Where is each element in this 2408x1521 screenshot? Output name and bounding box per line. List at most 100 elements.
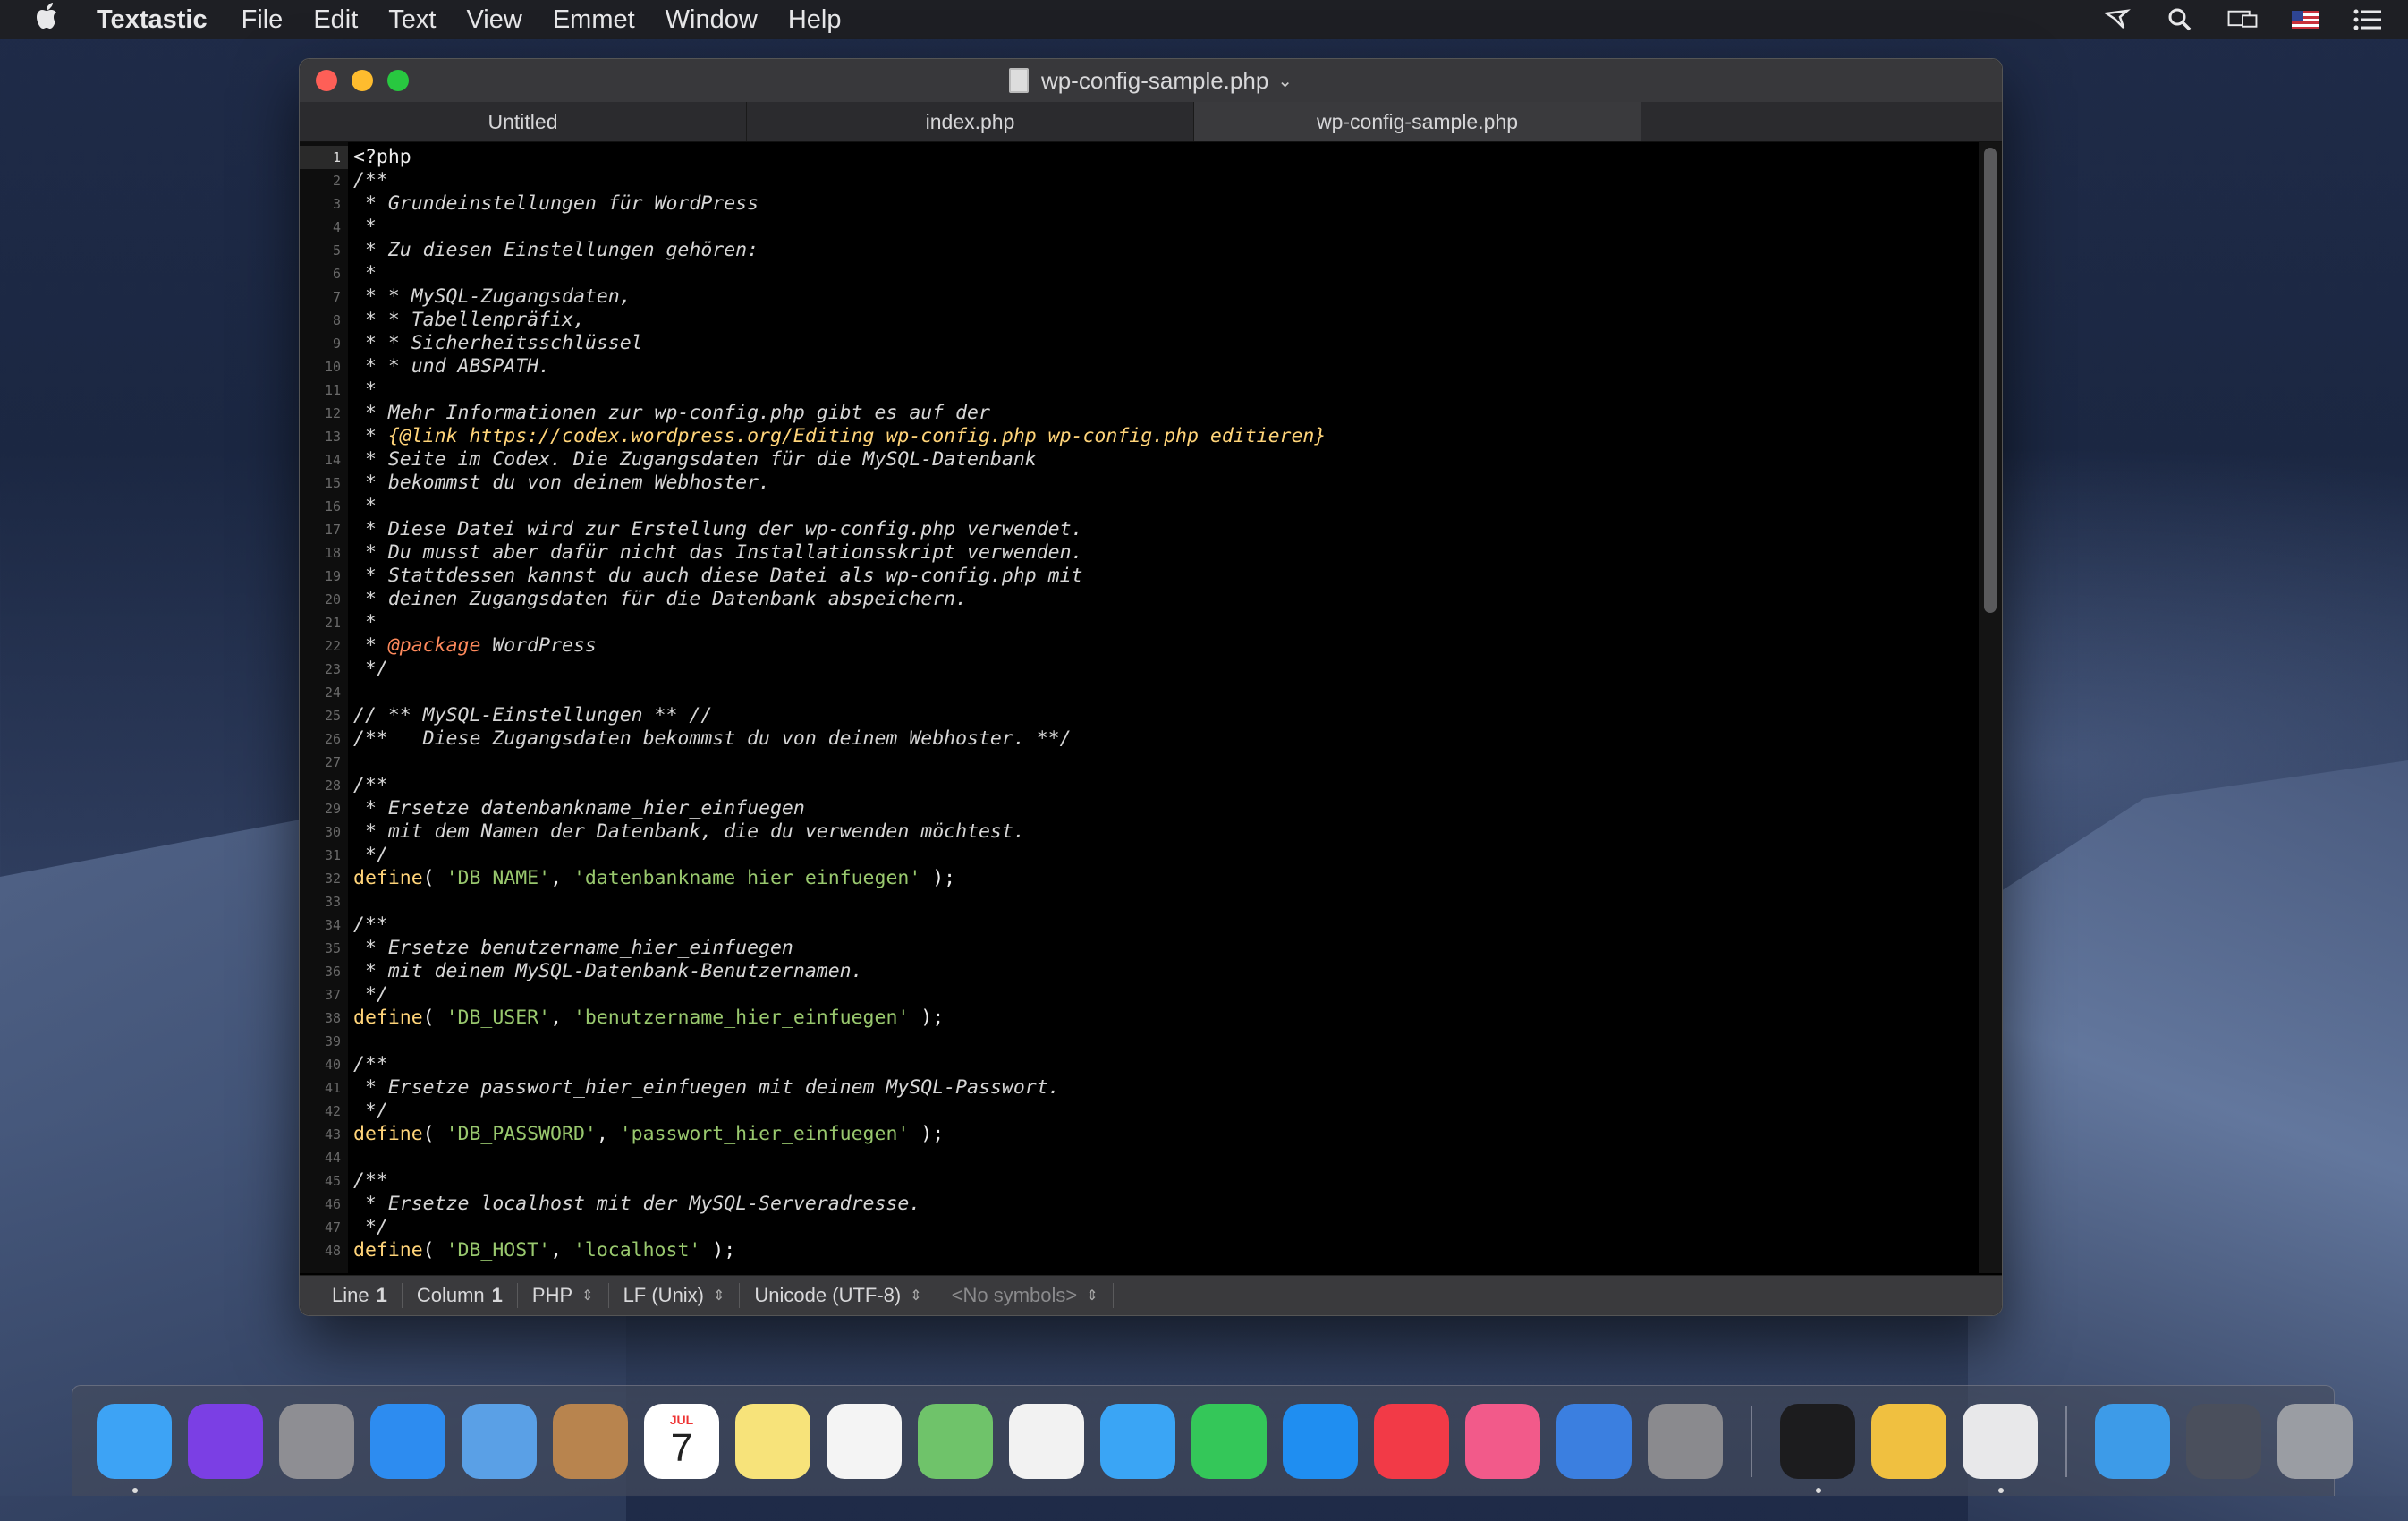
minimize-button[interactable] bbox=[352, 70, 373, 91]
itunes-icon[interactable] bbox=[1465, 1403, 1540, 1479]
code-line[interactable]: 25 // ** MySQL-Einstellungen ** // bbox=[300, 704, 1975, 727]
apple-menu-icon[interactable] bbox=[36, 2, 66, 38]
code-line[interactable]: 1 <?php bbox=[300, 146, 1975, 169]
code-line[interactable]: 16 * bbox=[300, 495, 1975, 518]
textastic-icon[interactable] bbox=[1963, 1403, 2038, 1493]
scrollbar-thumb[interactable] bbox=[1984, 148, 1997, 613]
menu-edit[interactable]: Edit bbox=[313, 5, 358, 35]
tab-index-php[interactable]: index.php bbox=[747, 102, 1194, 141]
code-line[interactable]: 17 * Diese Datei wird zur Erstellung der… bbox=[300, 518, 1975, 541]
photos-icon[interactable] bbox=[1009, 1403, 1084, 1479]
altitude-icon[interactable] bbox=[1556, 1403, 1632, 1479]
code-line[interactable]: 19 * Stattdessen kannst du auch diese Da… bbox=[300, 565, 1975, 588]
app-name-menu[interactable]: Textastic bbox=[97, 5, 208, 35]
symbols-selector[interactable]: <No symbols> ⇕ bbox=[937, 1283, 1114, 1308]
terminal-icon[interactable] bbox=[1780, 1403, 1855, 1493]
vertical-scrollbar[interactable] bbox=[1979, 142, 2002, 1273]
trash-icon[interactable] bbox=[2277, 1403, 2353, 1479]
downloads-stack-icon[interactable] bbox=[2186, 1403, 2261, 1479]
close-button[interactable] bbox=[316, 70, 337, 91]
code-line[interactable]: 39 bbox=[300, 1030, 1975, 1053]
code-line[interactable]: 14 * Seite im Codex. Die Zugangsdaten fü… bbox=[300, 448, 1975, 472]
news-icon[interactable] bbox=[1374, 1403, 1449, 1479]
notes-icon[interactable] bbox=[735, 1403, 810, 1479]
zoom-button[interactable] bbox=[387, 70, 409, 91]
messages-icon[interactable] bbox=[1100, 1403, 1175, 1479]
code-line[interactable]: 24 bbox=[300, 681, 1975, 704]
tab-bar-empty-area[interactable] bbox=[1641, 102, 2002, 141]
siri-icon[interactable] bbox=[188, 1403, 263, 1479]
menu-help[interactable]: Help bbox=[788, 5, 842, 35]
code-line[interactable]: 28 /** bbox=[300, 774, 1975, 797]
code-line[interactable]: 11 * bbox=[300, 378, 1975, 402]
code-line[interactable]: 36 * mit deinem MySQL-Datenbank-Benutzer… bbox=[300, 960, 1975, 983]
code-editor[interactable]: 1 <?php 2/** 3 * Grundeinstellungen für Wor… bbox=[300, 142, 2002, 1273]
code-line[interactable]: 43 define( 'DB_PASSWORD', 'passwort_hier_… bbox=[300, 1123, 1975, 1146]
calendar-icon[interactable]: JUL 7 bbox=[644, 1403, 719, 1479]
tab-wp-config-sample[interactable]: wp-config-sample.php bbox=[1194, 102, 1641, 141]
chevron-down-icon[interactable]: ⌄ bbox=[1277, 70, 1293, 92]
code-line[interactable]: 3 * Grundeinstellungen für WordPress bbox=[300, 192, 1975, 216]
finder-icon[interactable] bbox=[97, 1403, 172, 1493]
code-line[interactable]: 8 * * Tabellenpräfix, bbox=[300, 309, 1975, 332]
reminders-icon[interactable] bbox=[827, 1403, 902, 1479]
menu-text[interactable]: Text bbox=[388, 5, 436, 35]
tab-untitled[interactable]: Untitled bbox=[300, 102, 747, 141]
code-line[interactable]: 2 /** bbox=[300, 169, 1975, 192]
code-line[interactable]: 44 bbox=[300, 1146, 1975, 1169]
code-line[interactable]: 35 * Ersetze benutzername_hier_einfuegen bbox=[300, 937, 1975, 960]
code-line[interactable]: 33 bbox=[300, 890, 1975, 913]
encoding-selector[interactable]: Unicode (UTF-8) ⇕ bbox=[740, 1283, 937, 1308]
code-line[interactable]: 31 */ bbox=[300, 844, 1975, 867]
code-line[interactable]: 46 * Ersetze localhost mit der MySQL-Ser… bbox=[300, 1193, 1975, 1216]
safari-icon[interactable] bbox=[370, 1403, 445, 1479]
menu-view[interactable]: View bbox=[466, 5, 521, 35]
maps-icon[interactable] bbox=[918, 1403, 993, 1479]
notification-center-icon[interactable] bbox=[2353, 6, 2383, 33]
code-line[interactable]: 48 define( 'DB_HOST', 'localhost' ); bbox=[300, 1239, 1975, 1262]
code-line[interactable]: 38 define( 'DB_USER', 'benutzername_hier_… bbox=[300, 1007, 1975, 1030]
code-line[interactable]: 23 */ bbox=[300, 658, 1975, 681]
status-line[interactable]: Line 1 bbox=[318, 1283, 403, 1308]
code-line[interactable]: 9 * * Sicherheitsschlüssel bbox=[300, 332, 1975, 355]
code-lines[interactable]: 1 <?php 2/** 3 * Grundeinstellungen für Wor… bbox=[300, 146, 1975, 1262]
code-line[interactable]: 10 * * und ABSPATH. bbox=[300, 355, 1975, 378]
folder-icon[interactable] bbox=[2095, 1403, 2170, 1479]
title-bar[interactable]: wp-config-sample.php ⌄ bbox=[300, 59, 2002, 102]
code-line[interactable]: 37 */ bbox=[300, 983, 1975, 1007]
code-line[interactable]: 40 /** bbox=[300, 1053, 1975, 1076]
mail-icon[interactable] bbox=[462, 1403, 537, 1479]
code-line[interactable]: 7 * * MySQL-Zugangsdaten, bbox=[300, 285, 1975, 309]
code-line[interactable]: 42 */ bbox=[300, 1100, 1975, 1123]
code-line[interactable]: 30 * mit dem Namen der Datenbank, die du… bbox=[300, 820, 1975, 844]
code-line[interactable]: 41 * Ersetze passwort_hier_einfuegen mit… bbox=[300, 1076, 1975, 1100]
spotlight-search-icon[interactable] bbox=[2165, 6, 2195, 33]
code-line[interactable]: 18 * Du musst aber dafür nicht das Insta… bbox=[300, 541, 1975, 565]
contacts-icon[interactable] bbox=[553, 1403, 628, 1479]
status-column[interactable]: Column 1 bbox=[403, 1283, 518, 1308]
launchpad-icon[interactable] bbox=[279, 1403, 354, 1479]
code-line[interactable]: 20 * deinen Zugangsdaten für die Datenba… bbox=[300, 588, 1975, 611]
document-icon[interactable] bbox=[1008, 68, 1029, 93]
us-flag-input-icon[interactable] bbox=[2290, 6, 2320, 33]
hotspot-icon[interactable] bbox=[2102, 6, 2132, 33]
syntax-selector[interactable]: PHP ⇕ bbox=[518, 1283, 609, 1308]
code-line[interactable]: 21 * bbox=[300, 611, 1975, 634]
code-line[interactable]: 5 * Zu diesen Einstellungen gehören: bbox=[300, 239, 1975, 262]
creative-app-icon[interactable] bbox=[1871, 1403, 1946, 1479]
code-line[interactable]: 27 bbox=[300, 751, 1975, 774]
app-store-icon[interactable] bbox=[1283, 1403, 1358, 1479]
code-line[interactable]: 34 /** bbox=[300, 913, 1975, 937]
code-line[interactable]: 12 * Mehr Informationen zur wp-config.ph… bbox=[300, 402, 1975, 425]
system-preferences-icon[interactable] bbox=[1648, 1403, 1723, 1479]
code-line[interactable]: 13 * {@link https://codex.wordpress.org/… bbox=[300, 425, 1975, 448]
code-line[interactable]: 29 * Ersetze datenbankname_hier_einfuege… bbox=[300, 797, 1975, 820]
code-line[interactable]: 47 */ bbox=[300, 1216, 1975, 1239]
code-line[interactable]: 6 * bbox=[300, 262, 1975, 285]
code-line[interactable]: 26 /** Diese Zugangsdaten bekommst du von… bbox=[300, 727, 1975, 751]
line-endings-selector[interactable]: LF (Unix) ⇕ bbox=[609, 1283, 741, 1308]
facetime-icon[interactable] bbox=[1191, 1403, 1267, 1479]
menu-file[interactable]: File bbox=[242, 5, 284, 35]
menu-emmet[interactable]: Emmet bbox=[553, 5, 635, 35]
code-line[interactable]: 45 /** bbox=[300, 1169, 1975, 1193]
